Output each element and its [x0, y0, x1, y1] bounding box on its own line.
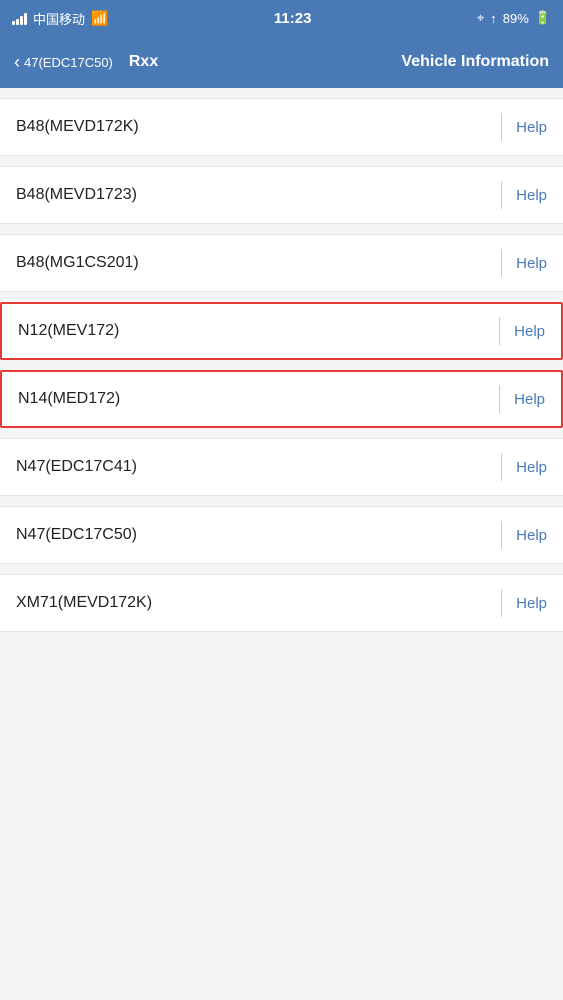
list-item-3[interactable]: B48(MG1CS201) Help: [0, 234, 563, 292]
nav-bar: ‹ 47(EDC17C50) Rxx Vehicle Information: [0, 36, 563, 88]
list-item-7[interactable]: N47(EDC17C50) Help: [0, 506, 563, 564]
list-item-divider-2: [501, 181, 502, 209]
list-item-1[interactable]: B48(MEVD172K) Help: [0, 98, 563, 156]
list-item-label-7: N47(EDC17C50): [16, 526, 487, 544]
back-button[interactable]: ‹ 47(EDC17C50): [14, 52, 113, 73]
list-item-divider-5: [499, 385, 500, 413]
nav-title: Vehicle Information: [401, 53, 549, 71]
help-button-6[interactable]: Help: [516, 459, 547, 476]
list-item-divider-8: [501, 589, 502, 617]
status-time: 11:23: [274, 10, 312, 27]
battery-icon: 🔋: [535, 10, 551, 26]
list-item-8[interactable]: XM71(MEVD172K) Help: [0, 574, 563, 632]
wifi-icon: 📶: [91, 10, 108, 27]
help-button-7[interactable]: Help: [516, 527, 547, 544]
back-label: 47(EDC17C50): [24, 55, 113, 70]
status-bar: 中国移动 📶 11:23 ⌖ ↑ 89% 🔋: [0, 0, 563, 36]
status-bar-right: ⌖ ↑ 89% 🔋: [477, 10, 551, 26]
help-button-8[interactable]: Help: [516, 595, 547, 612]
content-area: B48(MEVD172K)HelpB48(MEVD1723)HelpB48(MG…: [0, 88, 563, 1000]
list-item-divider-4: [499, 317, 500, 345]
battery-label: 89%: [503, 11, 529, 26]
list-item-label-1: B48(MEVD172K): [16, 118, 487, 136]
list-item-5[interactable]: N14(MED172) Help: [0, 370, 563, 428]
status-bar-left: 中国移动 📶: [12, 9, 108, 28]
list-item-label-6: N47(EDC17C41): [16, 458, 487, 476]
help-button-3[interactable]: Help: [516, 255, 547, 272]
nav-middle-label: Rxx: [121, 53, 166, 71]
list-item-2[interactable]: B48(MEVD1723) Help: [0, 166, 563, 224]
list-item-label-4: N12(MEV172): [18, 322, 485, 340]
list-item-divider-6: [501, 453, 502, 481]
list-item-divider-7: [501, 521, 502, 549]
list-item-label-2: B48(MEVD1723): [16, 186, 487, 204]
help-button-2[interactable]: Help: [516, 187, 547, 204]
list-item-6[interactable]: N47(EDC17C41) Help: [0, 438, 563, 496]
list-item-label-5: N14(MED172): [18, 390, 485, 408]
help-button-5[interactable]: Help: [514, 391, 545, 408]
list-item-divider-3: [501, 249, 502, 277]
help-button-4[interactable]: Help: [514, 323, 545, 340]
carrier-label: 中国移动: [33, 9, 85, 28]
back-chevron-icon: ‹: [14, 52, 20, 73]
list-item-divider-1: [501, 113, 502, 141]
help-button-1[interactable]: Help: [516, 119, 547, 136]
signal-icon: [12, 12, 27, 25]
list-item-label-3: B48(MG1CS201): [16, 254, 487, 272]
location-icon: ⌖: [477, 10, 484, 26]
list-item-4[interactable]: N12(MEV172) Help: [0, 302, 563, 360]
list-item-label-8: XM71(MEVD172K): [16, 594, 487, 612]
arrow-icon: ↑: [490, 11, 497, 26]
